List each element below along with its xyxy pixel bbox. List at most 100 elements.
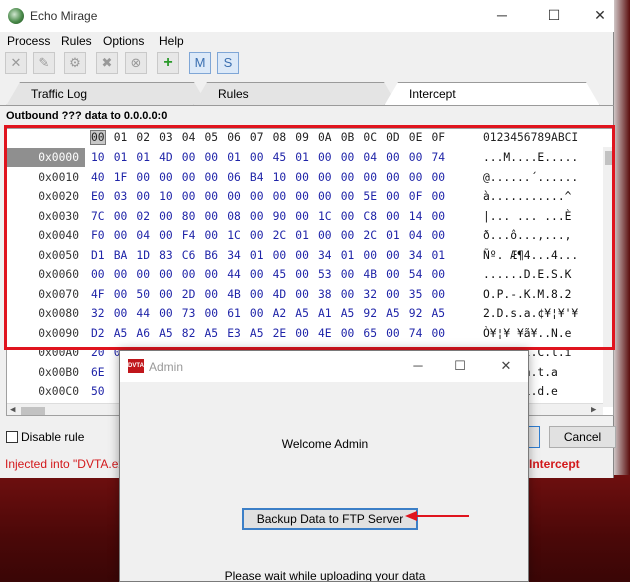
hex-byte[interactable]: 00	[182, 265, 196, 284]
hex-byte[interactable]: 54	[409, 265, 423, 284]
hex-byte[interactable]: 2C	[273, 226, 287, 245]
hex-byte[interactable]: 08	[227, 207, 241, 226]
hex-byte[interactable]: 34	[227, 246, 241, 265]
hex-byte[interactable]: 1C	[318, 207, 332, 226]
hex-byte[interactable]: A5	[114, 324, 128, 343]
hex-byte[interactable]: 00	[250, 148, 264, 167]
hex-byte[interactable]: 0F	[409, 187, 423, 206]
hex-byte[interactable]: 04	[363, 148, 377, 167]
hex-byte[interactable]: 2D	[182, 285, 196, 304]
disable-rule-checkbox[interactable]: Disable rule	[6, 430, 84, 444]
hex-byte[interactable]: 00	[114, 265, 128, 284]
hex-row[interactable]: 0x0080 32 00 44 00 73 00 61 00 A2 A5 A1 A5 92 A5 92 A5 2.…	[7, 304, 603, 323]
hex-byte[interactable]: 00	[432, 226, 446, 245]
hex-byte[interactable]: 53	[318, 265, 332, 284]
hex-byte[interactable]: 1F	[114, 168, 128, 187]
hex-byte[interactable]: 00	[318, 168, 332, 187]
gear-icon[interactable]: ⚙	[64, 52, 86, 74]
minimize-button[interactable]: ─	[480, 4, 524, 26]
backup-ftp-button[interactable]: Backup Data to FTP Server	[242, 508, 418, 530]
hex-byte[interactable]: 00	[250, 304, 264, 323]
hex-byte[interactable]: 38	[318, 285, 332, 304]
hex-byte[interactable]: 00	[159, 168, 173, 187]
hex-byte[interactable]: 45	[273, 265, 287, 284]
hex-byte[interactable]: A5	[295, 304, 309, 323]
hex-byte[interactable]: 01	[250, 246, 264, 265]
hex-byte[interactable]: 00	[341, 226, 355, 245]
hex-byte[interactable]: 4E	[318, 324, 332, 343]
hex-byte[interactable]: 00	[341, 285, 355, 304]
hex-byte[interactable]: 44	[227, 265, 241, 284]
scroll-right-icon[interactable]: ▶	[591, 404, 596, 415]
hex-byte[interactable]: 00	[432, 168, 446, 187]
hex-byte[interactable]: 80	[182, 207, 196, 226]
cancel-button[interactable]: Cancel	[549, 426, 616, 448]
hex-row[interactable]: 0x0000 10 01 01 4D 00 00 01 00 45 01 00 00 04 00 00 74..…	[7, 148, 603, 167]
hex-byte[interactable]: 00	[182, 148, 196, 167]
hex-byte[interactable]: 00	[114, 207, 128, 226]
hex-byte[interactable]: 00	[295, 324, 309, 343]
hex-byte[interactable]: 00	[273, 246, 287, 265]
hex-row[interactable]: 0x0020 E0 03 00 10 00 00 00 00 00 00 00 00 5E 00 0F 00 à.…	[7, 187, 603, 206]
hex-byte[interactable]: 01	[295, 226, 309, 245]
hex-byte[interactable]: 00	[205, 304, 219, 323]
hex-byte[interactable]: 00	[341, 207, 355, 226]
hex-byte[interactable]: 00	[136, 168, 150, 187]
hex-byte[interactable]: 40	[91, 168, 105, 187]
edit-pencil-icon[interactable]: ✎	[33, 52, 55, 74]
hex-byte[interactable]: 00	[182, 187, 196, 206]
hex-byte[interactable]: 00	[432, 187, 446, 206]
hex-byte[interactable]: 01	[295, 148, 309, 167]
hex-byte[interactable]: 00	[159, 265, 173, 284]
hex-byte[interactable]: B4	[250, 168, 264, 187]
hex-byte[interactable]: 50	[136, 285, 150, 304]
maximize-button[interactable]: ☐	[532, 4, 576, 26]
hex-byte[interactable]: 7C	[91, 207, 105, 226]
hex-row[interactable]: 0x0030 7C 00 02 00 80 00 08 00 90 00 1C 00 C8 00 14 00 |.…	[7, 207, 603, 226]
hex-byte[interactable]: A5	[432, 304, 446, 323]
hex-byte[interactable]: 00	[136, 187, 150, 206]
hex-byte[interactable]: 00	[295, 265, 309, 284]
hex-byte[interactable]: A5	[205, 324, 219, 343]
hex-byte[interactable]: 00	[136, 265, 150, 284]
hex-byte[interactable]: 00	[341, 168, 355, 187]
stop-icon[interactable]: ⊗	[125, 52, 147, 74]
hex-byte[interactable]: 44	[136, 304, 150, 323]
hex-byte[interactable]: 00	[386, 324, 400, 343]
hex-byte[interactable]: 00	[432, 207, 446, 226]
hex-byte[interactable]: 00	[205, 148, 219, 167]
hex-byte[interactable]: 01	[227, 148, 241, 167]
hex-byte[interactable]: 00	[341, 148, 355, 167]
hex-byte[interactable]: 00	[432, 285, 446, 304]
hex-row[interactable]: 0x0040 F0 00 04 00 F4 00 1C 00 2C 01 00 00 2C 01 04 00 ð.…	[7, 226, 603, 245]
hex-byte[interactable]: 14	[409, 207, 423, 226]
hex-byte[interactable]: 00	[363, 246, 377, 265]
hex-byte[interactable]: 00	[386, 207, 400, 226]
horizontal-scroll-thumb[interactable]	[21, 407, 45, 415]
hex-byte[interactable]: 65	[363, 324, 377, 343]
hex-byte[interactable]: 50	[91, 382, 105, 401]
hex-byte[interactable]: 92	[409, 304, 423, 323]
hex-byte[interactable]: 00	[295, 207, 309, 226]
hex-byte[interactable]: 32	[91, 304, 105, 323]
hex-byte[interactable]: 34	[318, 246, 332, 265]
hex-byte[interactable]: 73	[182, 304, 196, 323]
hex-byte[interactable]: C6	[182, 246, 196, 265]
hex-byte[interactable]: 00	[114, 304, 128, 323]
hex-byte[interactable]: 00	[250, 187, 264, 206]
hex-byte[interactable]: 03	[114, 187, 128, 206]
hex-byte[interactable]: 01	[341, 246, 355, 265]
hex-byte[interactable]: 10	[159, 187, 173, 206]
hex-byte[interactable]: 01	[386, 226, 400, 245]
add-plus-icon[interactable]: +	[157, 52, 179, 74]
hex-byte[interactable]: 00	[386, 148, 400, 167]
hex-byte[interactable]: 00	[182, 168, 196, 187]
hex-byte[interactable]: 83	[159, 246, 173, 265]
hex-byte[interactable]: 00	[432, 265, 446, 284]
menu-help[interactable]: Help	[159, 34, 184, 48]
hex-byte[interactable]: 90	[273, 207, 287, 226]
hex-row[interactable]: 0x0050 D1 BA 1D 83 C6 B6 34 01 00 00 34 01 00 00 34 01 Ñº…	[7, 246, 603, 265]
hex-byte[interactable]: 1C	[227, 226, 241, 245]
scroll-left-icon[interactable]: ◀	[10, 404, 15, 415]
hex-byte[interactable]: 4F	[91, 285, 105, 304]
